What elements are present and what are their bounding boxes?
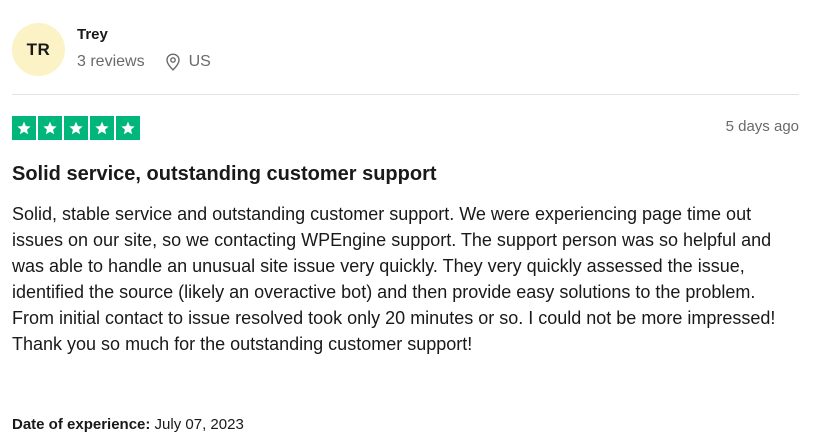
reviewer-location: US [165, 52, 211, 72]
review-date: 5 days ago [725, 118, 799, 135]
date-of-experience: Date of experience: July 07, 2023 [12, 415, 244, 435]
star-icon [12, 116, 36, 140]
reviewer-info: Trey 3 reviews US [77, 26, 211, 72]
experience-date: July 07, 2023 [150, 416, 244, 433]
avatar[interactable]: TR [12, 23, 65, 76]
reviewer-meta: 3 reviews US [77, 52, 211, 72]
star-icon [38, 116, 62, 140]
star-icon [116, 116, 140, 140]
experience-label: Date of experience: [12, 416, 151, 433]
star-icon [64, 116, 88, 140]
star-rating [12, 116, 142, 140]
reviewer-name[interactable]: Trey [77, 26, 211, 44]
star-icon [90, 116, 114, 140]
avatar-initials: TR [26, 39, 51, 59]
review-title[interactable]: Solid service, outstanding customer supp… [12, 161, 437, 187]
location-pin-icon [165, 53, 180, 71]
divider [12, 94, 799, 95]
review-body: Solid, stable service and outstanding cu… [12, 204, 776, 354]
reviews-count: 3 reviews [77, 53, 145, 70]
country-label: US [188, 53, 211, 70]
reviewer-header: TR Trey 3 reviews US [12, 23, 211, 76]
